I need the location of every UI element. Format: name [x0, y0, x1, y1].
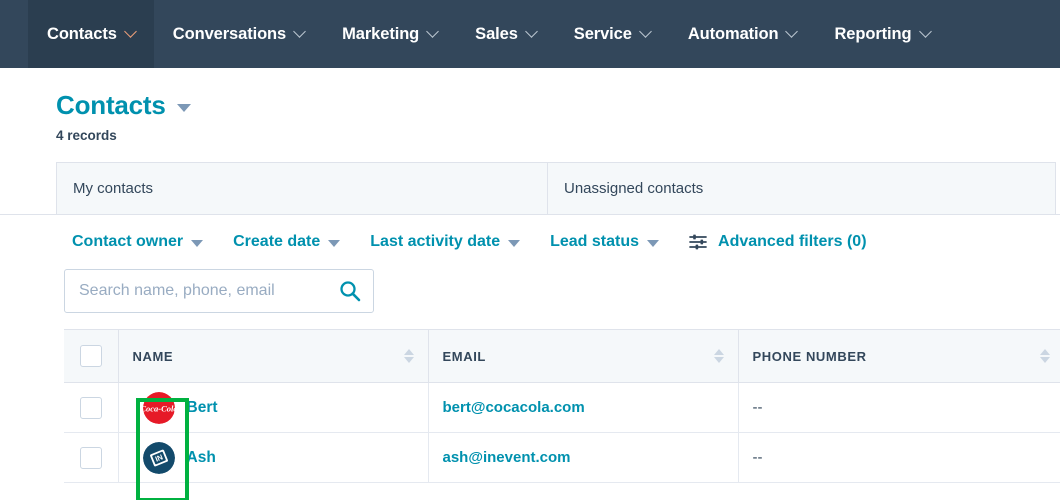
tab-label: My contacts [73, 180, 154, 197]
nav-item-label: Contacts [47, 24, 117, 43]
search-input[interactable] [65, 270, 373, 312]
filter-create-date[interactable]: Create date [233, 233, 341, 251]
row-select-cell [64, 432, 119, 483]
nav-item-label: Reporting [834, 24, 912, 43]
record-count: 4 records [56, 128, 117, 143]
advanced-filters-label: Advanced filters (0) [718, 233, 867, 250]
column-header-phone-number[interactable]: PHONE NUMBER [738, 329, 1060, 383]
tab-label: Unassigned contacts [564, 180, 704, 197]
nav-item-marketing[interactable]: Marketing [323, 0, 456, 68]
nav-item-sales[interactable]: Sales [456, 0, 555, 68]
column-header-name[interactable]: NAME [118, 329, 429, 383]
chevron-down-icon [524, 24, 538, 38]
filter-label: Last activity date [370, 233, 501, 250]
column-header-email[interactable]: EMAIL [428, 329, 739, 383]
svg-text:Coca-Cola: Coca-Cola [143, 403, 175, 413]
page-header: Contacts 4 records [0, 68, 1060, 143]
chevron-down-icon [293, 24, 306, 38]
name-cell: Coca-Cola Bert [118, 382, 429, 433]
chevron-down-icon [328, 240, 341, 247]
email-cell: bert@cocacola.com [428, 382, 739, 433]
chevron-down-icon [647, 240, 660, 247]
filter-label: Lead status [550, 233, 640, 250]
inevent-logo-avatar: IN [142, 441, 175, 474]
chevron-down-icon [508, 240, 521, 247]
column-label: EMAIL [442, 348, 486, 364]
sort-icon[interactable] [1039, 349, 1050, 363]
contact-phone-value: -- [752, 399, 763, 416]
chevron-down-icon [191, 240, 204, 247]
nav-item-label: Marketing [342, 24, 420, 43]
contacts-table-container: NAME EMAIL PHONE NUMBER oca-Col Bert ber… [0, 329, 1060, 483]
nav-item-label: Sales [475, 24, 518, 43]
chevron-down-icon [426, 24, 440, 38]
nav-item-label: Automation [687, 24, 779, 43]
nav-item-automation[interactable]: Automation [669, 0, 816, 68]
tab-unassigned-contacts[interactable]: Unassigned contacts [548, 162, 1056, 214]
table-header-row: NAME EMAIL PHONE NUMBER [64, 329, 1060, 383]
contact-email-link[interactable]: ash@inevent.com [443, 449, 571, 466]
main-navigation: Contacts Conversations Marketing Sales S… [0, 0, 1060, 68]
search-box[interactable] [64, 269, 374, 313]
chevron-down-icon [123, 24, 137, 38]
coca-cola-logo-avatar: Coca-Cola [142, 391, 175, 424]
nav-item-label: Conversations [172, 24, 287, 43]
filter-label: Create date [233, 233, 321, 250]
page-root: Contacts Conversations Marketing Sales S… [0, 0, 1060, 500]
column-label: PHONE NUMBER [752, 348, 867, 364]
phone-cell: -- [738, 382, 1060, 433]
contact-name-link[interactable]: Ash [187, 449, 216, 467]
contact-phone-value: -- [752, 449, 763, 466]
nav-item-conversations[interactable]: Conversations [154, 0, 323, 68]
filter-contact-owner[interactable]: Contact owner [72, 233, 204, 251]
contact-email-link[interactable]: bert@cocacola.com [443, 399, 585, 416]
phone-cell: -- [738, 432, 1060, 483]
contacts-table: NAME EMAIL PHONE NUMBER oca-Col Bert ber… [64, 329, 1060, 483]
page-title-row: Contacts [56, 90, 1060, 121]
select-all-checkbox[interactable] [79, 345, 102, 367]
row-checkbox[interactable] [79, 396, 102, 419]
chevron-down-icon [638, 24, 652, 38]
row-checkbox[interactable] [79, 446, 102, 469]
table-row[interactable]: Coca-Cola Bert bert@cocacola.com -- [64, 382, 1060, 433]
nav-item-service[interactable]: Service [555, 0, 669, 68]
name-cell: IN Ash [118, 432, 429, 483]
chevron-down-icon [918, 24, 932, 38]
row-select-cell [64, 382, 119, 433]
view-tabs: My contacts Unassigned contacts [0, 162, 1060, 215]
filter-bar: Contact owner Create date Last activity … [0, 215, 1060, 269]
contact-name-link[interactable]: Bert [187, 399, 218, 417]
sort-icon[interactable] [403, 349, 414, 363]
tune-icon [689, 234, 707, 250]
nav-item-contacts[interactable]: Contacts [28, 0, 154, 68]
select-all-header [64, 329, 119, 383]
column-label: NAME [132, 348, 174, 364]
email-cell: ash@inevent.com [428, 432, 739, 483]
chevron-down-icon [785, 24, 799, 38]
nav-item-reporting[interactable]: Reporting [815, 0, 948, 68]
search-icon[interactable] [339, 280, 361, 302]
search-row [0, 269, 1060, 313]
advanced-filters-button[interactable]: Advanced filters (0) [689, 233, 867, 251]
sort-icon[interactable] [713, 349, 724, 363]
nav-item-label: Service [573, 24, 632, 43]
tab-my-contacts[interactable]: My contacts [56, 162, 548, 214]
filter-label: Contact owner [72, 233, 184, 250]
table-row[interactable]: IN Ash ash@inevent.com -- [64, 432, 1060, 483]
filter-lead-status[interactable]: Lead status [550, 233, 660, 251]
page-title-dropdown-icon[interactable] [176, 104, 191, 112]
filter-last-activity-date[interactable]: Last activity date [370, 233, 521, 251]
page-title[interactable]: Contacts [56, 90, 166, 121]
